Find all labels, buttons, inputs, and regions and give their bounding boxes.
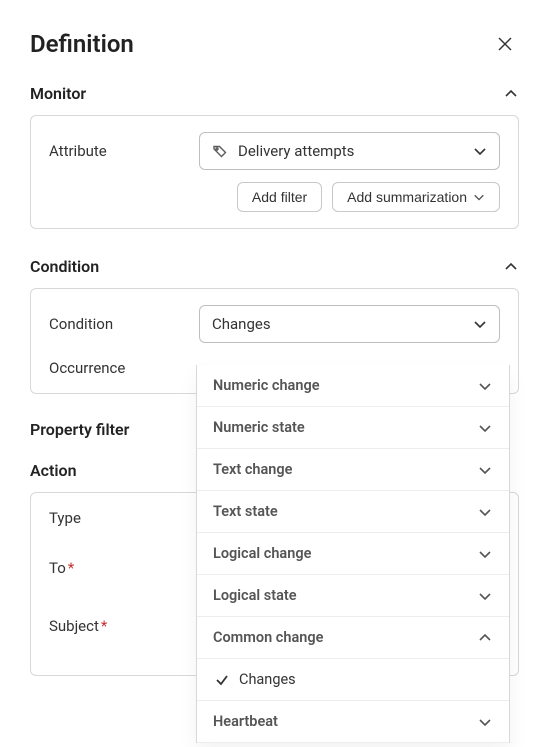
chevron-down-icon bbox=[477, 588, 493, 604]
monitor-card: Attribute Delivery attempts Add filter bbox=[30, 115, 519, 229]
chevron-down-icon bbox=[477, 714, 493, 730]
dropdown-group-label: Heartbeat bbox=[213, 713, 278, 730]
type-label: Type bbox=[49, 509, 199, 527]
action-title: Action bbox=[30, 461, 77, 480]
add-filter-label: Add filter bbox=[252, 189, 307, 205]
chevron-up-icon bbox=[477, 630, 493, 646]
chevron-down-icon bbox=[477, 378, 493, 394]
monitor-section-header[interactable]: Monitor bbox=[30, 84, 519, 103]
dropdown-group-logical-change[interactable]: Logical change bbox=[197, 533, 509, 575]
dropdown-group-label: Logical change bbox=[213, 545, 311, 562]
occurrence-label: Occurrence bbox=[49, 359, 199, 377]
dropdown-group-text-change[interactable]: Text change bbox=[197, 449, 509, 491]
dropdown-group-numeric-change[interactable]: Numeric change bbox=[197, 365, 509, 407]
condition-title: Condition bbox=[30, 257, 99, 276]
dropdown-option-label: Changes bbox=[239, 671, 296, 688]
chevron-down-icon bbox=[473, 191, 485, 203]
condition-select[interactable]: Changes bbox=[199, 305, 500, 343]
dropdown-group-label: Text change bbox=[213, 461, 292, 478]
dropdown-group-numeric-state[interactable]: Numeric state bbox=[197, 407, 509, 449]
dropdown-group-heartbeat[interactable]: Heartbeat bbox=[197, 701, 509, 743]
dropdown-group-logical-state[interactable]: Logical state bbox=[197, 575, 509, 617]
add-summarization-button[interactable]: Add summarization bbox=[332, 182, 500, 212]
condition-value: Changes bbox=[212, 315, 473, 333]
chevron-down-icon bbox=[477, 462, 493, 478]
add-filter-button[interactable]: Add filter bbox=[237, 182, 322, 212]
condition-label: Condition bbox=[49, 315, 199, 333]
to-label: To* bbox=[49, 559, 199, 577]
chevron-down-icon bbox=[477, 420, 493, 436]
condition-dropdown-menu: Numeric change Numeric state Text change… bbox=[196, 365, 510, 743]
property-filter-title: Property filter bbox=[30, 420, 129, 439]
close-icon bbox=[497, 36, 513, 52]
close-button[interactable] bbox=[491, 30, 519, 58]
chevron-down-icon bbox=[477, 546, 493, 562]
attribute-select[interactable]: Delivery attempts bbox=[199, 132, 500, 170]
add-summarization-label: Add summarization bbox=[347, 189, 467, 205]
dropdown-group-common-change[interactable]: Common change bbox=[197, 617, 509, 659]
chevron-down-icon bbox=[477, 504, 493, 520]
chevron-up-icon bbox=[503, 259, 519, 275]
dropdown-group-label: Common change bbox=[213, 629, 323, 646]
condition-section-header[interactable]: Condition bbox=[30, 257, 519, 276]
attribute-value: Delivery attempts bbox=[238, 142, 473, 160]
subject-label: Subject* bbox=[49, 617, 199, 635]
dropdown-group-label: Numeric state bbox=[213, 419, 305, 436]
chevron-down-icon bbox=[473, 144, 487, 158]
page-title: Definition bbox=[30, 30, 134, 58]
chevron-up-icon bbox=[503, 86, 519, 102]
chevron-down-icon bbox=[473, 317, 487, 331]
dropdown-group-text-state[interactable]: Text state bbox=[197, 491, 509, 533]
dropdown-option-changes[interactable]: Changes bbox=[197, 659, 509, 701]
monitor-title: Monitor bbox=[30, 84, 86, 103]
check-icon bbox=[215, 673, 229, 687]
dropdown-group-label: Text state bbox=[213, 503, 278, 520]
dropdown-group-label: Numeric change bbox=[213, 377, 320, 394]
dropdown-group-label: Logical state bbox=[213, 587, 297, 604]
attribute-label: Attribute bbox=[49, 142, 199, 160]
tag-icon bbox=[212, 143, 228, 159]
